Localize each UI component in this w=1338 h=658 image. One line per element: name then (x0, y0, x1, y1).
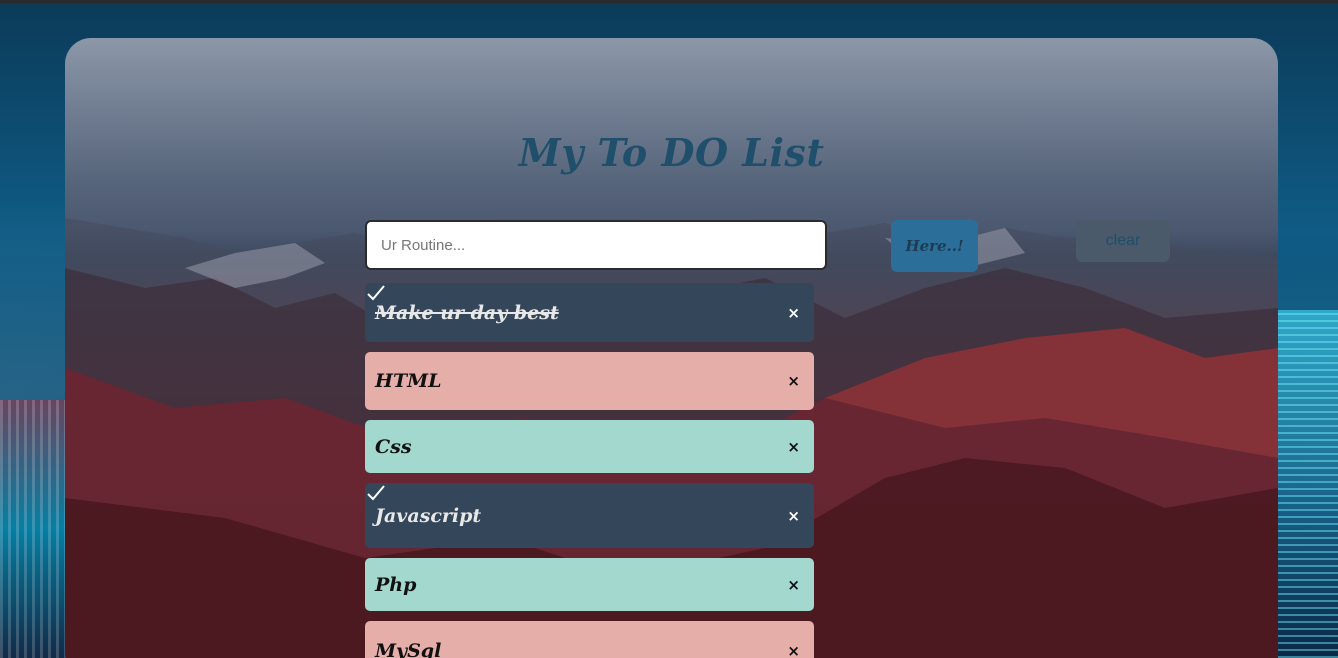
close-icon[interactable]: × (787, 372, 800, 390)
todo-item-text: Javascript (375, 504, 482, 527)
todo-item[interactable]: Make ur day best × (365, 283, 814, 342)
close-icon[interactable]: × (787, 438, 800, 456)
todo-item-text: MySql (375, 640, 442, 658)
todo-item-text: Make ur day best (375, 301, 559, 324)
check-icon (367, 485, 385, 501)
add-todo-button[interactable]: Here..! (891, 220, 978, 272)
check-icon (367, 285, 385, 301)
clear-button[interactable]: clear (1076, 220, 1170, 262)
close-icon[interactable]: × (787, 507, 800, 525)
todo-item[interactable]: HTML × (365, 352, 814, 410)
close-icon[interactable]: × (787, 642, 800, 658)
todo-item-text: Php (375, 573, 417, 596)
todo-item[interactable]: Php × (365, 558, 814, 611)
todo-item[interactable]: Css × (365, 420, 814, 473)
todo-item-text: HTML (375, 370, 442, 392)
todo-item[interactable]: Javascript × (365, 483, 814, 548)
page-title: My To DO List (518, 130, 825, 175)
browser-top-strip (0, 0, 1338, 3)
background-city-right (1278, 310, 1338, 658)
todo-item[interactable]: MySql × (365, 621, 814, 658)
todo-item-text: Css (375, 435, 412, 458)
close-icon[interactable]: × (787, 576, 800, 594)
todo-input[interactable] (365, 220, 827, 270)
todo-panel: My To DO List Here..! clear Make ur day … (65, 38, 1278, 658)
background-city-left (0, 400, 66, 658)
close-icon[interactable]: × (787, 304, 800, 322)
